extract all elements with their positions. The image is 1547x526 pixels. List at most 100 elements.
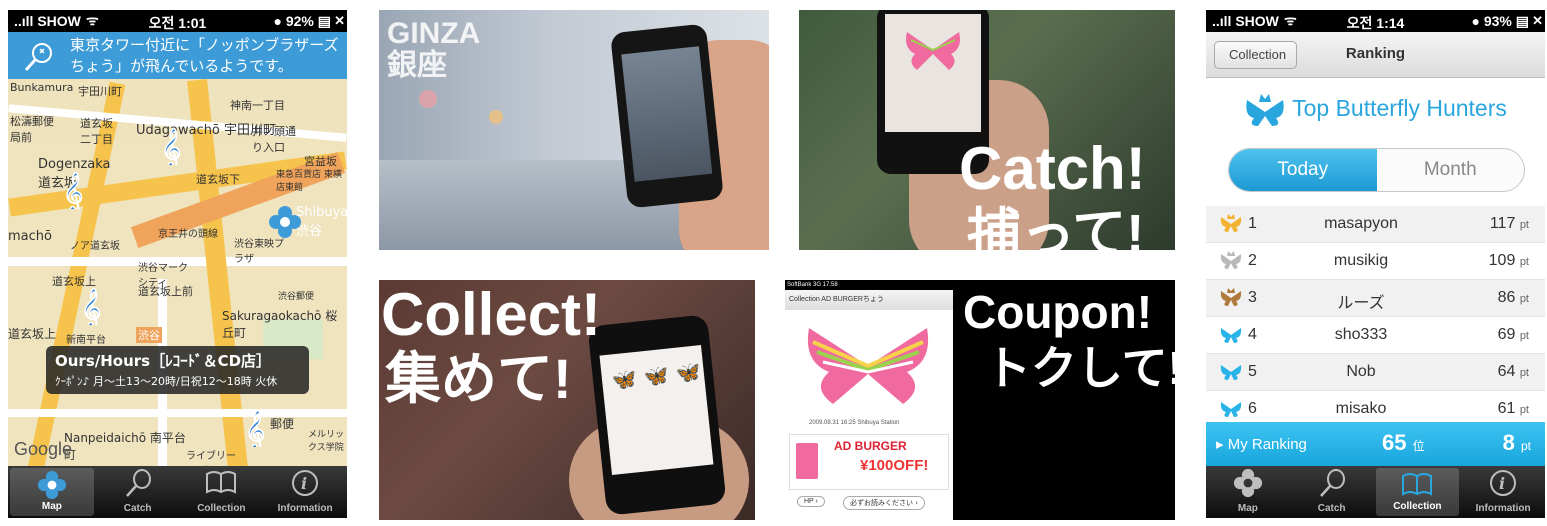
butterfly-crown-icon: [1246, 94, 1284, 126]
coupon-read-button[interactable]: 必ずお読みください ›: [843, 496, 926, 510]
flower-location-pin[interactable]: [268, 205, 302, 239]
coupon-ad[interactable]: AD BURGER ¥100OFF!: [789, 434, 949, 490]
map-label: 新南平台: [66, 335, 106, 346]
player-points: 86 pt: [1498, 289, 1529, 307]
player-points: 117 pt: [1490, 215, 1529, 233]
map-label: 渋谷: [136, 327, 162, 343]
tab-map[interactable]: Map: [10, 468, 94, 516]
music-note-pin[interactable]: 𝄞: [242, 409, 272, 447]
close-icon[interactable]: ✕: [1532, 13, 1543, 29]
info-icon: i: [292, 470, 319, 496]
map-label: Shibuya 渋谷: [296, 205, 347, 239]
points-unit: pt: [1519, 219, 1529, 231]
catch-caption-ja: 捕って!: [967, 204, 1145, 250]
music-note-pin[interactable]: 𝄞: [60, 171, 90, 209]
close-icon[interactable]: ✕: [334, 13, 345, 29]
butterfly-alert-banner[interactable]: 東京タワー付近に「ノッポンブラザーズ ちょう」が飛んでいるようです。: [8, 32, 347, 79]
ranking-row[interactable]: 5 Nob 64 pt: [1206, 354, 1545, 391]
map-label: Sakuragaokachō 桜丘町: [222, 309, 338, 340]
music-note-pin[interactable]: 𝄞: [78, 287, 108, 325]
map-label: 郵便: [270, 417, 295, 431]
butterfly-medal-icon: [1220, 214, 1242, 232]
map-label: 道玄坂下: [196, 173, 240, 186]
rank-number: 3: [1248, 289, 1257, 306]
coupon-nav-bar: Collection AD BURGERちょう: [785, 290, 953, 310]
coupon-panel: SoftBank 3G 17:58 Collection AD BURGERちょ…: [785, 280, 1175, 520]
my-ranking-bar[interactable]: ▸ My Ranking 65 位 8 pt: [1206, 422, 1545, 466]
tab-map[interactable]: Map: [1206, 466, 1290, 518]
map-label: 宇田川町: [78, 85, 122, 98]
banner-line-2: ちょう」が飛んでいるようです。: [70, 57, 293, 75]
svg-text:𝄞: 𝄞: [245, 410, 265, 447]
book-icon: [206, 471, 237, 494]
tab-information[interactable]: i Information: [263, 466, 347, 518]
map-label: 渋谷東映プラザ: [234, 239, 284, 265]
player-name: ルーズ: [1337, 295, 1385, 312]
ranking-row[interactable]: 2 musikig 109 pt: [1206, 243, 1545, 280]
map-label: 松濤郵便局前: [10, 115, 54, 144]
tab-label: Catch: [1317, 503, 1346, 514]
player-name: masapyon: [1324, 215, 1398, 232]
book-icon: [1402, 473, 1433, 496]
tab-catch[interactable]: Catch: [96, 466, 180, 518]
map-label: 東急百貨店 東横店東館: [276, 170, 342, 193]
ranking-list: 1 masapyon 117 pt 2 musikig 109 pt 3 ルーズ 86 pt 4 s…: [1206, 206, 1545, 422]
map-label: 神南一丁目: [230, 99, 285, 112]
callout-detail: ｸｰﾎﾟﾝ♪ 月〜土13〜20時/日祝12〜18時 火休: [55, 375, 278, 388]
music-note-pin[interactable]: 𝄞: [158, 127, 188, 165]
points-unit: pt: [1519, 256, 1529, 268]
period-segmented-control: Today Month: [1228, 148, 1525, 192]
map-label: machō: [8, 229, 52, 244]
tab-bar: Map Catch Collection i Information: [8, 466, 347, 518]
butterfly-medal-icon: [1220, 288, 1242, 306]
navigation-bar: Collection Ranking: [1206, 32, 1545, 78]
my-ranking-points: 8 pt: [1503, 430, 1531, 456]
points-value: 61: [1497, 400, 1516, 417]
segment-today[interactable]: Today: [1229, 149, 1377, 191]
ranking-row[interactable]: 3 ルーズ 86 pt: [1206, 280, 1545, 317]
points-unit: pt: [1519, 330, 1529, 342]
rank-number: 1: [1248, 215, 1257, 232]
butterfly-image: [807, 328, 929, 404]
points-unit: pt: [1519, 367, 1529, 379]
rank-number: 6: [1248, 400, 1257, 417]
tab-label: Map: [1237, 503, 1258, 514]
my-ranking-label: ▸ My Ranking: [1216, 436, 1307, 453]
ginza-caption-en: GINZA: [387, 17, 481, 50]
player-name: musikig: [1333, 252, 1389, 269]
tab-collection[interactable]: Collection: [1375, 468, 1460, 516]
tab-bar: Map Catch Collection i Information: [1206, 466, 1545, 518]
coupon-caption-en: Coupon!: [963, 286, 1153, 338]
segment-month[interactable]: Month: [1377, 149, 1525, 191]
tab-catch[interactable]: Catch: [1290, 466, 1374, 518]
tab-label: Information: [1475, 503, 1531, 514]
collect-caption-en: Collect!: [381, 281, 602, 348]
collect-photo: 🦋 🦋 🦋 Collect! 集めて!: [379, 280, 755, 520]
catch-caption-en: Catch!: [959, 135, 1146, 202]
svg-text:𝄞: 𝄞: [63, 172, 83, 209]
ranking-screen: ..ıll SHOW ᯤ 오전 1:14 ● 93% ▤ ✕ Collectio…: [1206, 10, 1545, 518]
callout-title: Ours/Hours［ﾚｺｰﾄﾞ＆CD店］: [55, 352, 272, 370]
map-label: 渋谷郵便: [278, 292, 315, 302]
coupon-hp-button[interactable]: HP ›: [797, 496, 825, 507]
tab-information[interactable]: i Information: [1461, 466, 1545, 518]
map-view[interactable]: Bunkamura 宇田川町 神南一丁目 松濤郵便局前 道玄坂二丁目 Udaga…: [8, 79, 347, 466]
points-value: 86: [1497, 289, 1516, 306]
ranking-heading: Top Butterfly Hunters: [1206, 92, 1545, 128]
map-label: Bunkamura: [10, 81, 74, 94]
my-rank-unit: 位: [1412, 439, 1425, 453]
coupon-date: 2009.08.31 16:25 Shibuya Station: [809, 420, 900, 426]
collect-caption-ja: 集めて!: [385, 347, 572, 410]
tab-collection[interactable]: Collection: [180, 466, 264, 518]
flower-icon: [37, 470, 66, 500]
butterfly-medal-icon: [1220, 328, 1242, 343]
ranking-row[interactable]: 1 masapyon 117 pt: [1206, 206, 1545, 243]
ranking-row[interactable]: 6 misako 61 pt: [1206, 391, 1545, 422]
ranking-row[interactable]: 4 sho333 69 pt: [1206, 317, 1545, 354]
shop-callout[interactable]: Ours/Hours［ﾚｺｰﾄﾞ＆CD店］ ｸｰﾎﾟﾝ♪ 月〜土13〜20時/日…: [46, 346, 309, 394]
tab-label: Information: [277, 503, 333, 514]
ad-offer: ¥100OFF!: [860, 457, 929, 474]
status-bar: ..ıll SHOW ᯤ 오전 1:01 ● 92% ▤ ✕: [8, 10, 347, 32]
butterfly-medal-icon: [1220, 365, 1242, 380]
tab-label: Catch: [123, 503, 152, 514]
